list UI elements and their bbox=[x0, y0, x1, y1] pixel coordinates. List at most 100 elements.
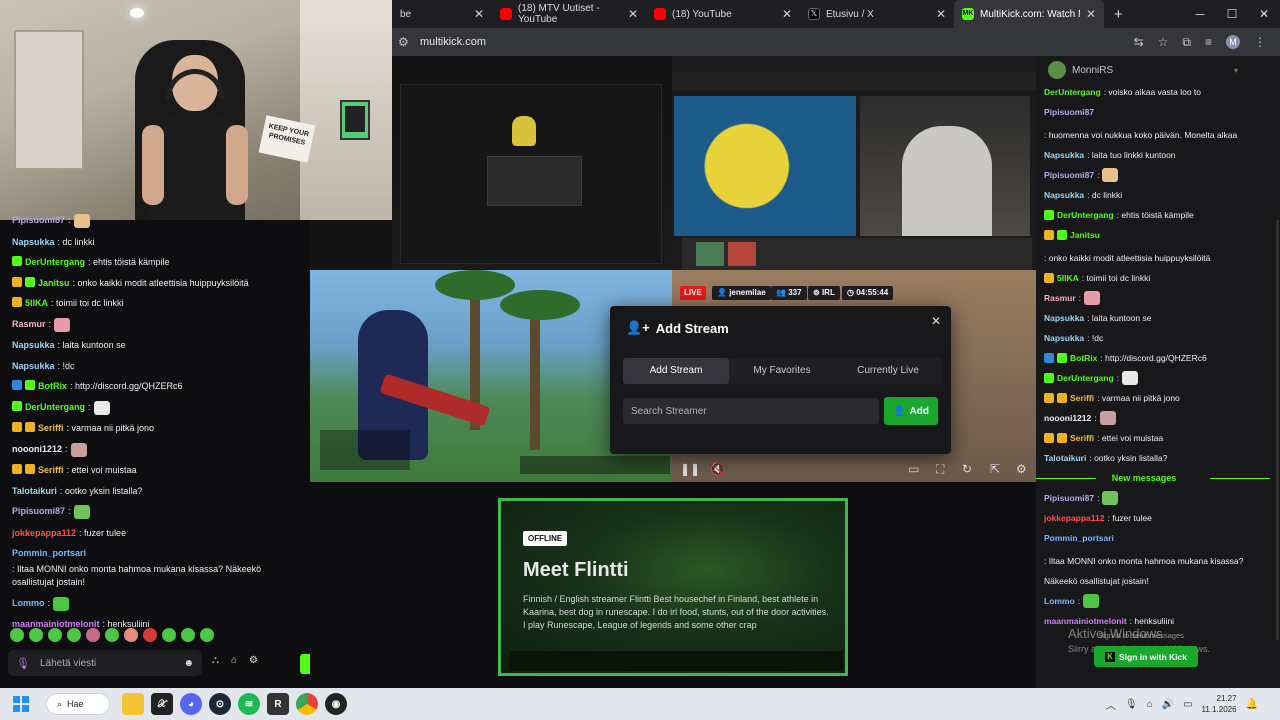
minimize-icon[interactable]: ─ bbox=[1184, 0, 1216, 28]
spotify-icon[interactable]: ≋ bbox=[238, 693, 260, 715]
close-tab-icon[interactable]: ✕ bbox=[628, 7, 638, 21]
chat-username[interactable]: Pipisuomi87 bbox=[1044, 488, 1094, 508]
add-stream-button[interactable]: 👤 Add bbox=[884, 397, 938, 425]
chat-username[interactable]: Janitsu bbox=[38, 277, 70, 290]
tray-chevron-up-icon[interactable]: ︿ bbox=[1106, 697, 1116, 712]
search-streamer-input[interactable] bbox=[623, 398, 879, 424]
chrome-icon[interactable] bbox=[296, 693, 318, 715]
new-tab-icon[interactable]: + bbox=[1104, 6, 1133, 23]
windows-start-icon[interactable] bbox=[10, 693, 32, 715]
stream-tile-2[interactable] bbox=[672, 56, 1036, 270]
popout-icon[interactable]: ⇱ bbox=[990, 462, 1000, 476]
refresh-icon[interactable]: ↻ bbox=[962, 462, 972, 476]
close-window-icon[interactable]: ✕ bbox=[1248, 0, 1280, 28]
emote-icon[interactable] bbox=[162, 628, 176, 642]
chat-username[interactable]: Seriffi bbox=[1070, 428, 1094, 448]
profile-avatar[interactable]: M bbox=[1226, 35, 1240, 49]
chat-username[interactable]: Seriffi bbox=[1070, 388, 1094, 408]
translate-icon[interactable]: ⇆ bbox=[1134, 35, 1144, 49]
chat-username[interactable]: Napsukka bbox=[1044, 308, 1084, 328]
taskbar-clock[interactable]: 21.27 11.1.2026 bbox=[1202, 693, 1237, 715]
chat-username[interactable]: Pipisuomi87 bbox=[12, 505, 65, 518]
emote-icon[interactable] bbox=[181, 628, 195, 642]
chat-scrollbar[interactable] bbox=[1276, 220, 1279, 640]
chat-username[interactable]: 5IIKA bbox=[1057, 268, 1079, 288]
chat-username[interactable]: 5IIKA bbox=[25, 297, 48, 310]
emote-icon[interactable] bbox=[29, 628, 43, 642]
browser-tab[interactable]: (18) MTV Uutiset - YouTube ✕ bbox=[492, 0, 646, 28]
emote-icon[interactable] bbox=[200, 628, 214, 642]
emote-icon[interactable] bbox=[67, 628, 81, 642]
volume-icon[interactable]: 🔊 bbox=[1162, 699, 1174, 710]
chat-username[interactable]: DerUntergang bbox=[1057, 205, 1114, 225]
emote-icon[interactable] bbox=[105, 628, 119, 642]
close-tab-icon[interactable]: ✕ bbox=[1086, 7, 1096, 21]
stream-tile-1[interactable] bbox=[392, 56, 672, 270]
send-button[interactable] bbox=[300, 654, 310, 674]
sign-in-with-kick-button[interactable]: K Sign in with Kick bbox=[1094, 646, 1198, 667]
chat-username[interactable]: Pommin_portsari bbox=[12, 547, 86, 560]
close-modal-icon[interactable]: ✕ bbox=[931, 314, 941, 328]
chat-username[interactable]: jokkepappa112 bbox=[12, 527, 76, 540]
store-icon[interactable]: ⌂ bbox=[231, 655, 237, 666]
close-tab-icon[interactable]: ✕ bbox=[782, 7, 792, 21]
reading-list-icon[interactable]: ≡ bbox=[1205, 35, 1212, 49]
app-icon[interactable]: 𝒳 bbox=[151, 693, 173, 715]
file-explorer-icon[interactable] bbox=[122, 693, 144, 715]
fullscreen-icon[interactable]: ⛶ bbox=[936, 462, 944, 477]
discord-icon[interactable]: ◕ bbox=[180, 693, 202, 715]
settings-gear-icon[interactable]: ⚙ bbox=[1016, 462, 1027, 476]
pip-icon[interactable]: ▭ bbox=[908, 462, 919, 476]
chat-username[interactable]: Napsukka bbox=[12, 360, 55, 373]
offline-streamer-card[interactable]: OFFLINE Meet Flintti Finnish / English s… bbox=[498, 498, 848, 676]
emote-icon[interactable] bbox=[10, 628, 24, 642]
chat-username[interactable]: Talotaikuri bbox=[12, 485, 57, 498]
chat-username[interactable]: noooni1212 bbox=[1044, 408, 1091, 428]
mute-icon[interactable]: 🔇 bbox=[710, 462, 725, 476]
chat-username[interactable]: Pipisuomi87 bbox=[1044, 165, 1094, 185]
battery-icon[interactable]: ▭ bbox=[1183, 699, 1192, 710]
chat-username[interactable]: Seriffi bbox=[38, 422, 64, 435]
tab-currently-live[interactable]: Currently Live bbox=[835, 358, 941, 384]
browser-tab-active[interactable]: MK MultiKick.com: Watch Multipl ✕ bbox=[954, 0, 1104, 28]
chat-username[interactable]: DerUntergang bbox=[25, 401, 85, 414]
emote-icon[interactable] bbox=[143, 628, 157, 642]
emoji-picker-icon[interactable]: ☻ bbox=[183, 658, 194, 669]
maximize-icon[interactable]: ☐ bbox=[1216, 0, 1248, 28]
chat-users-icon[interactable]: ⛬ bbox=[212, 655, 219, 666]
chat-username[interactable]: Pipisuomi87 bbox=[1044, 102, 1094, 122]
chat-username[interactable]: DerUntergang bbox=[1044, 82, 1101, 102]
chat-username[interactable]: Napsukka bbox=[12, 339, 55, 352]
chat-username[interactable]: Rasmur bbox=[1044, 288, 1076, 308]
chat-username[interactable]: Napsukka bbox=[1044, 185, 1084, 205]
browser-tab[interactable]: (18) YouTube ✕ bbox=[646, 0, 800, 28]
extensions-icon[interactable]: ⧉ bbox=[1182, 35, 1191, 50]
chat-username[interactable]: Lommo bbox=[1044, 591, 1075, 611]
notifications-icon[interactable]: 🔔 bbox=[1246, 699, 1258, 710]
chat-username[interactable]: noooni1212 bbox=[12, 443, 62, 456]
emote-icon[interactable] bbox=[48, 628, 62, 642]
chat-username[interactable]: jokkepappa112 bbox=[1044, 508, 1104, 528]
microphone-icon[interactable]: 🎙 bbox=[16, 657, 30, 670]
stream-tile-small[interactable] bbox=[310, 220, 392, 272]
taskbar-search[interactable]: ⌕ Hae bbox=[46, 693, 110, 715]
obs-icon[interactable]: ◉ bbox=[325, 693, 347, 715]
chat-username[interactable]: BotRix bbox=[1070, 348, 1097, 368]
chat-username[interactable]: Napsukka bbox=[1044, 328, 1084, 348]
chat-username[interactable]: Janitsu bbox=[1070, 225, 1100, 245]
chat-message-input[interactable]: 🎙 Lähetä viesti ☻ bbox=[8, 650, 202, 676]
close-tab-icon[interactable]: ✕ bbox=[474, 7, 484, 21]
bookmark-star-icon[interactable]: ☆ bbox=[1158, 35, 1169, 49]
chat-username[interactable]: DerUntergang bbox=[25, 256, 85, 269]
emote-icon[interactable] bbox=[124, 628, 138, 642]
chat-username[interactable]: Rasmur bbox=[12, 318, 46, 331]
app-icon[interactable]: R bbox=[267, 693, 289, 715]
chat-username[interactable]: BotRix bbox=[38, 380, 67, 393]
chat-username[interactable]: DerUntergang bbox=[1057, 368, 1114, 388]
chat-username[interactable]: Napsukka bbox=[12, 236, 55, 249]
tab-my-favorites[interactable]: My Favorites bbox=[729, 358, 835, 384]
tab-add-stream[interactable]: Add Stream bbox=[623, 358, 729, 384]
chat-username[interactable]: Talotaikuri bbox=[1044, 448, 1086, 468]
url-text[interactable]: multikick.com bbox=[420, 36, 486, 48]
menu-kebab-icon[interactable]: ⋮ bbox=[1254, 35, 1266, 49]
